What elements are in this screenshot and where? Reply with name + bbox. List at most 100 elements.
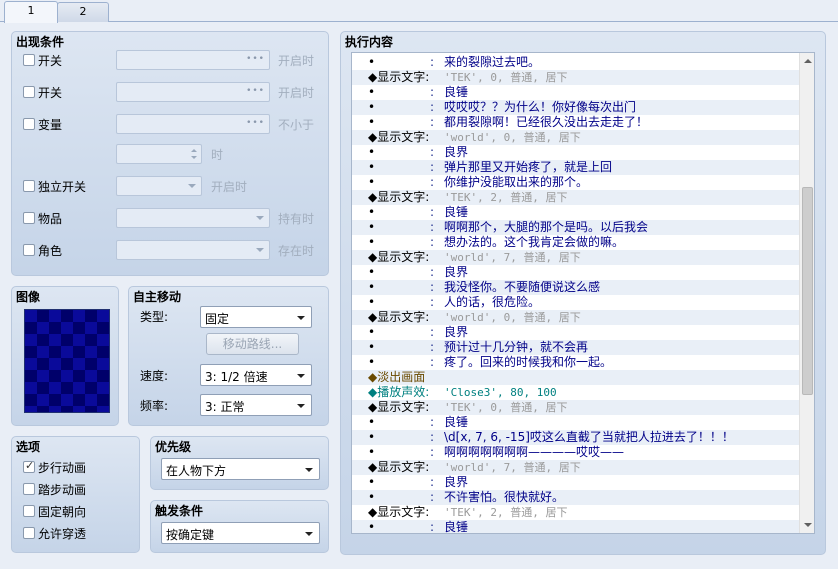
trigger-value: 按确定键 — [166, 528, 215, 542]
frequency-select[interactable]: 3: 正常 — [200, 394, 312, 416]
tab-page-1[interactable]: 1 — [4, 1, 58, 23]
command-row[interactable]: ◆显示文字: 'world', 7, 普通, 居下 — [352, 250, 800, 265]
row-colon: : — [430, 295, 435, 309]
browse-dots-icon: ••• — [246, 54, 265, 64]
message-text: 预计过十几分钟，就不会再 — [444, 340, 589, 354]
vertical-scrollbar[interactable] — [799, 53, 814, 533]
self-switch-select[interactable] — [116, 176, 202, 196]
actor-checkbox[interactable] — [23, 244, 35, 256]
switch1-checkbox[interactable] — [23, 54, 35, 66]
row-colon: : — [430, 355, 435, 369]
command-row[interactable]: •: 良界 — [352, 325, 800, 340]
command-row[interactable]: •: 疼了。回来的时候我和你一起。 — [352, 355, 800, 370]
variable-field[interactable]: ••• — [116, 114, 270, 134]
message-text: 想办法的。这个我肯定会做的嘛。 — [444, 235, 625, 249]
scroll-thumb[interactable] — [802, 187, 813, 395]
row-bullet: • — [368, 55, 376, 69]
walking-animation-checkbox[interactable] — [23, 459, 35, 473]
command-row[interactable]: •: 哎哎哎？？为什么！你好像每次出门 — [352, 100, 800, 115]
switch2-field[interactable]: ••• — [116, 82, 270, 102]
row-colon: : — [430, 325, 435, 339]
options-title: 选项 — [16, 440, 41, 454]
row-bullet: • — [368, 145, 376, 159]
movement-type-select[interactable]: 固定 — [200, 306, 312, 328]
command-row[interactable]: •: 啊啊那个，大腿的那个是吗。以后我会 — [352, 220, 800, 235]
item-select[interactable] — [116, 208, 270, 228]
movement-type-label: 类型: — [140, 310, 169, 324]
command-row[interactable]: ◆显示文字: 'world', 7, 普通, 居下 — [352, 460, 800, 475]
command-row[interactable]: •: 啊啊啊啊啊啊啊————哎哎—— — [352, 445, 800, 460]
command-row[interactable]: ◆显示文字: 'world', 0, 普通, 居下 — [352, 310, 800, 325]
frequency-label: 频率: — [140, 399, 169, 413]
command-row[interactable]: •: 来的裂隙过去吧。 — [352, 55, 800, 70]
through-checkbox[interactable] — [23, 527, 35, 539]
spin-down-icon[interactable] — [191, 156, 197, 159]
priority-select[interactable]: 在人物下方 — [161, 458, 320, 480]
command-row[interactable]: ◆显示文字: 'TEK', 0, 普通, 居下 — [352, 400, 800, 415]
command-row[interactable]: ◆显示文字: 'TEK', 2, 普通, 居下 — [352, 190, 800, 205]
options-panel: 选项 步行动画 踏步动画 固定朝向 允许穿透 — [11, 436, 140, 553]
row-colon: : — [430, 280, 435, 294]
variable-unit: 时 — [211, 148, 224, 162]
variable-value-stepper[interactable] — [116, 144, 202, 164]
chevron-down-icon — [297, 374, 305, 378]
command-row[interactable]: •: 我没怪你。不要随便说这么感 — [352, 280, 800, 295]
chevron-down-icon — [256, 216, 264, 220]
command-row[interactable]: ◆显示文字: 'TEK', 0, 普通, 居下 — [352, 70, 800, 85]
event-graphic[interactable] — [24, 309, 110, 413]
row-colon: : — [430, 175, 435, 189]
switch2-checkbox[interactable] — [23, 86, 35, 98]
row-bullet: • — [368, 490, 376, 504]
command-row[interactable]: •: 都用裂隙啊！已经很久没出去走走了！ — [352, 115, 800, 130]
message-text: \d[x, 7, 6, -15]哎这么直截了当就把人拉进去了！！！ — [444, 430, 734, 444]
trigger-select[interactable]: 按确定键 — [161, 522, 320, 544]
self-switch-label: 独立开关 — [38, 180, 87, 194]
command-row[interactable]: ◆显示文字: 'TEK', 2, 普通, 居下 — [352, 505, 800, 520]
variable-checkbox[interactable] — [23, 118, 35, 130]
tab-page-2[interactable]: 2 — [57, 2, 109, 22]
row-colon: : — [430, 520, 435, 534]
switch1-field[interactable]: ••• — [116, 50, 270, 70]
command-row[interactable]: ◆显示文字: 'world', 0, 普通, 居下 — [352, 130, 800, 145]
event-command-list[interactable]: •: 来的裂隙过去吧。 ◆显示文字: 'TEK', 0, 普通, 居下 •: 良锤 •: 哎哎… — [351, 52, 815, 534]
command-row[interactable]: •: 良界 — [352, 265, 800, 280]
command-row[interactable]: •: 想办法的。这个我肯定会做的嘛。 — [352, 235, 800, 250]
command-row[interactable]: ◆淡出画面 — [352, 370, 800, 385]
command-name: ◆淡出画面 — [368, 370, 426, 384]
command-rows: •: 来的裂隙过去吧。 ◆显示文字: 'TEK', 0, 普通, 居下 •: 良锤 •: 哎哎… — [352, 55, 800, 534]
command-row[interactable]: •: 弹片那里又开始疼了，就是上回 — [352, 160, 800, 175]
row-bullet: • — [368, 325, 376, 339]
message-text: 都用裂隙啊！已经很久没出去走走了！ — [444, 115, 649, 129]
command-row[interactable]: •: 良锤 — [352, 205, 800, 220]
command-row[interactable]: •: 良锤 — [352, 85, 800, 100]
message-text: 不许害怕。很快就好。 — [444, 490, 565, 504]
command-row[interactable]: •: 良界 — [352, 475, 800, 490]
move-route-button[interactable]: 移动路线... — [206, 333, 299, 355]
command-row[interactable]: •: 良锤 — [352, 520, 800, 534]
speed-select[interactable]: 3: 1/2 倍速 — [200, 364, 312, 386]
command-name: ◆显示文字: — [368, 130, 430, 144]
command-row[interactable]: •: 良界 — [352, 145, 800, 160]
command-row[interactable]: •: 良锤 — [352, 415, 800, 430]
command-row[interactable]: •: 不许害怕。很快就好。 — [352, 490, 800, 505]
chevron-down-icon — [297, 404, 305, 408]
command-row[interactable]: •: 预计过十几分钟，就不会再 — [352, 340, 800, 355]
spin-up-icon[interactable] — [191, 149, 197, 152]
command-row[interactable]: •: 人的话，很危险。 — [352, 295, 800, 310]
command-row[interactable]: •: \d[x, 7, 6, -15]哎这么直截了当就把人拉进去了！！！ — [352, 430, 800, 445]
message-text: 哎哎哎？？为什么！你好像每次出门 — [444, 100, 637, 114]
message-text: 良界 — [444, 325, 469, 339]
command-row[interactable]: •: 你维护没能取出来的那个。 — [352, 175, 800, 190]
row-colon: : — [430, 430, 435, 444]
direction-fix-checkbox[interactable] — [23, 505, 35, 517]
self-switch-checkbox[interactable] — [23, 180, 35, 192]
item-checkbox[interactable] — [23, 212, 35, 224]
scroll-up-icon[interactable] — [804, 59, 812, 63]
message-text: 良锤 — [444, 520, 469, 534]
actor-select[interactable] — [116, 240, 270, 260]
stepping-animation-checkbox[interactable] — [23, 483, 35, 495]
command-row[interactable]: ◆播放声效: 'Close3', 80, 100 — [352, 385, 800, 400]
scroll-down-icon[interactable] — [804, 523, 812, 527]
command-name: ◆显示文字: — [368, 250, 430, 264]
priority-value: 在人物下方 — [166, 464, 227, 478]
